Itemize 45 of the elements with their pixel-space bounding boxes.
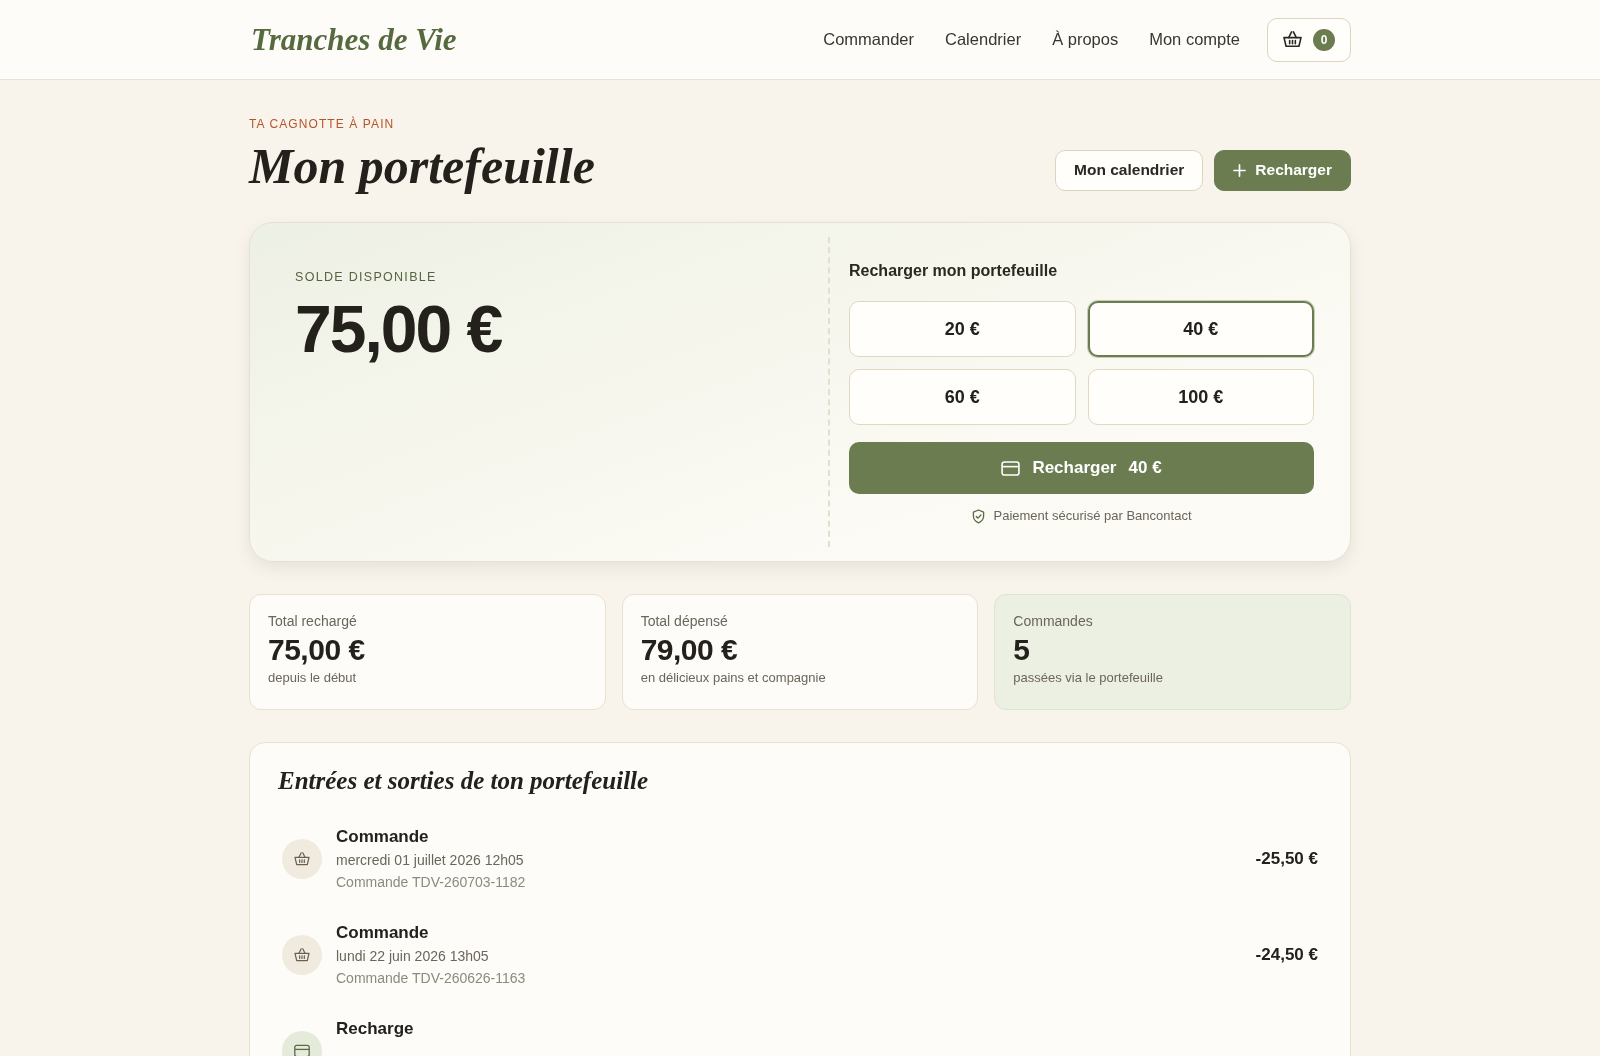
brand-logo[interactable]: Tranches de Vie xyxy=(251,21,457,58)
entry-title: Commande xyxy=(336,826,430,848)
nav-link[interactable]: Commander xyxy=(823,30,915,49)
cart-button[interactable]: 0 xyxy=(1267,17,1351,62)
page-title: Mon portefeuille xyxy=(249,137,595,196)
history-title: Entrées et sorties de ton portefeuille xyxy=(278,766,650,796)
shield-icon xyxy=(971,508,985,524)
entry-date: lundi 22 juin 2026 13h05 xyxy=(336,947,490,966)
payment-note: Paiement sécurisé par Bancontact xyxy=(993,508,1192,524)
balance-label: SOLDE DISPONIBLE xyxy=(295,270,438,284)
stat-label: Commandes xyxy=(1013,613,1094,629)
entry-title: Commande xyxy=(336,922,430,944)
stat-caption: passées via le portefeuille xyxy=(1013,670,1164,686)
entry-amount: -25,50 € xyxy=(1255,849,1318,869)
stat-value: 5 xyxy=(1013,632,1031,668)
amount-option[interactable]: 40 € xyxy=(1087,301,1314,357)
recharge-submit-button[interactable]: Recharger 40 € xyxy=(849,442,1314,494)
basket-icon xyxy=(1283,31,1302,48)
entry-amount: -24,50 € xyxy=(1255,945,1318,965)
entry-reference: Commande TDV-260626-1163 xyxy=(336,969,526,988)
recharge-button[interactable]: Recharger xyxy=(1214,149,1351,191)
entry-title: Recharge xyxy=(336,1018,414,1040)
basket-icon xyxy=(282,839,322,879)
plus-icon xyxy=(1233,163,1247,177)
stat-caption: en délicieux pains et compagnie xyxy=(640,670,827,686)
stat-value: 79,00 € xyxy=(640,632,739,668)
nav-link[interactable]: Calendrier xyxy=(945,30,1022,49)
entry-reference: Commande TDV-260703-1182 xyxy=(336,873,526,892)
amount-option[interactable]: 100 € xyxy=(1087,369,1314,425)
balance-amount: 75,00 € xyxy=(295,297,503,361)
nav-link[interactable]: Mon compte xyxy=(1149,30,1240,49)
card-icon xyxy=(1001,460,1021,476)
amount-option[interactable]: 20 € xyxy=(849,301,1076,357)
amount-option[interactable]: 60 € xyxy=(849,369,1076,425)
topup-title: Recharger mon portefeuille xyxy=(849,261,1059,281)
section-eyebrow: TA CAGNOTTE À PAIN xyxy=(249,116,396,132)
stat-label: Total rechargé xyxy=(268,613,358,629)
nav-link[interactable]: À propos xyxy=(1052,30,1119,49)
entry-date: mercredi 01 juillet 2026 12h05 xyxy=(336,851,525,870)
stat-label: Total dépensé xyxy=(640,613,729,629)
calendar-button[interactable]: Mon calendrier xyxy=(1055,149,1204,191)
stat-value: 75,00 € xyxy=(268,632,366,668)
cart-count: 0 xyxy=(1313,28,1335,51)
basket-icon xyxy=(282,935,322,975)
stat-caption: depuis le début xyxy=(268,670,358,686)
